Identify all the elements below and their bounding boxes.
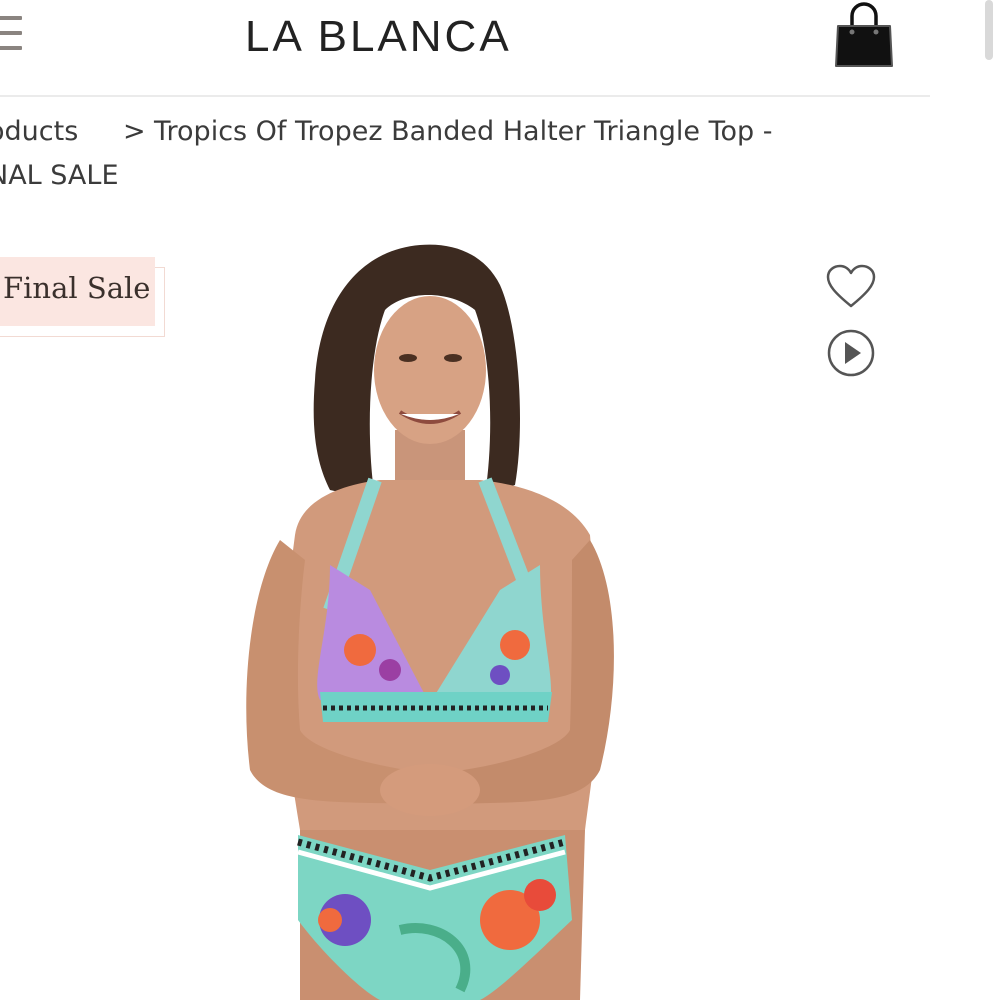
final-sale-badge: Final Sale xyxy=(0,257,155,326)
heart-icon[interactable] xyxy=(825,263,877,311)
shopping-bag-icon[interactable] xyxy=(833,2,895,70)
breadcrumb: oducts > Tropics Of Tropez Banded Halter… xyxy=(0,112,930,202)
breadcrumb-products-link[interactable]: oducts xyxy=(0,116,78,147)
breadcrumb-current-page: Tropics Of Tropez Banded Halter Triangle… xyxy=(154,116,773,147)
scrollbar[interactable] xyxy=(985,0,993,60)
site-header: LA BLANCA xyxy=(0,0,930,97)
hamburger-menu-icon[interactable] xyxy=(0,14,24,54)
breadcrumb-separator: > xyxy=(123,116,146,147)
brand-logo[interactable]: LA BLANCA xyxy=(245,12,512,62)
breadcrumb-current-page-continued: NAL SALE xyxy=(0,160,119,191)
badge-label: Final Sale xyxy=(3,271,151,305)
play-icon[interactable] xyxy=(826,328,876,378)
product-image[interactable] xyxy=(180,230,820,1000)
